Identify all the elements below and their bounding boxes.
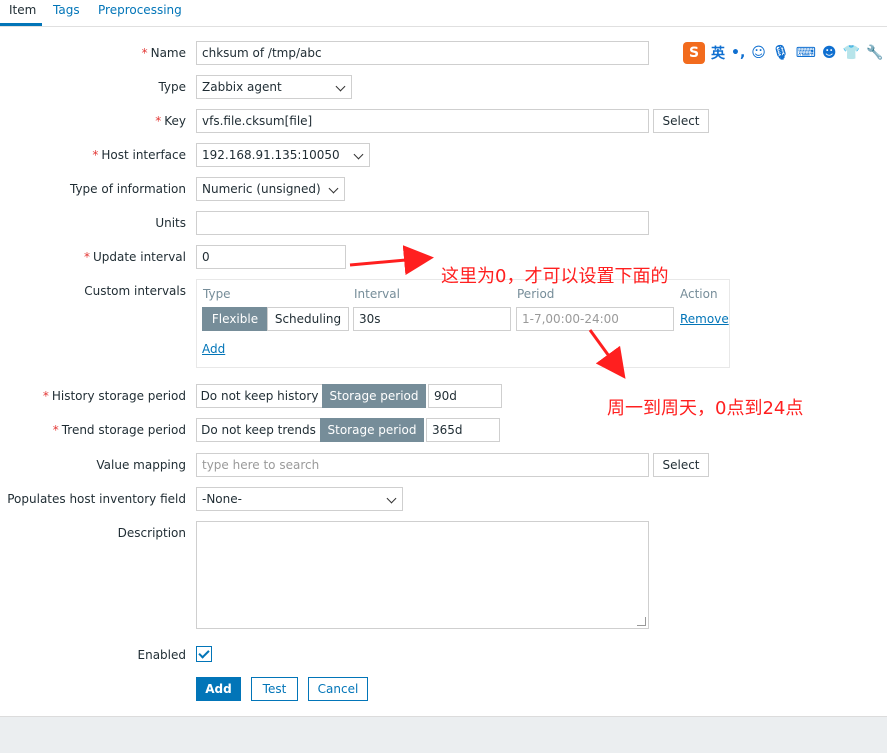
- arrow-to-period: [588, 329, 626, 379]
- annotation-note-update-interval: 这里为0，才可以设置下面的: [441, 266, 669, 287]
- annotation-arrows: [349, 245, 626, 379]
- page-footer: [0, 716, 887, 753]
- annotation-note-period: 周一到周天，0点到24点: [607, 398, 804, 419]
- arrow-to-update-interval: [349, 245, 434, 276]
